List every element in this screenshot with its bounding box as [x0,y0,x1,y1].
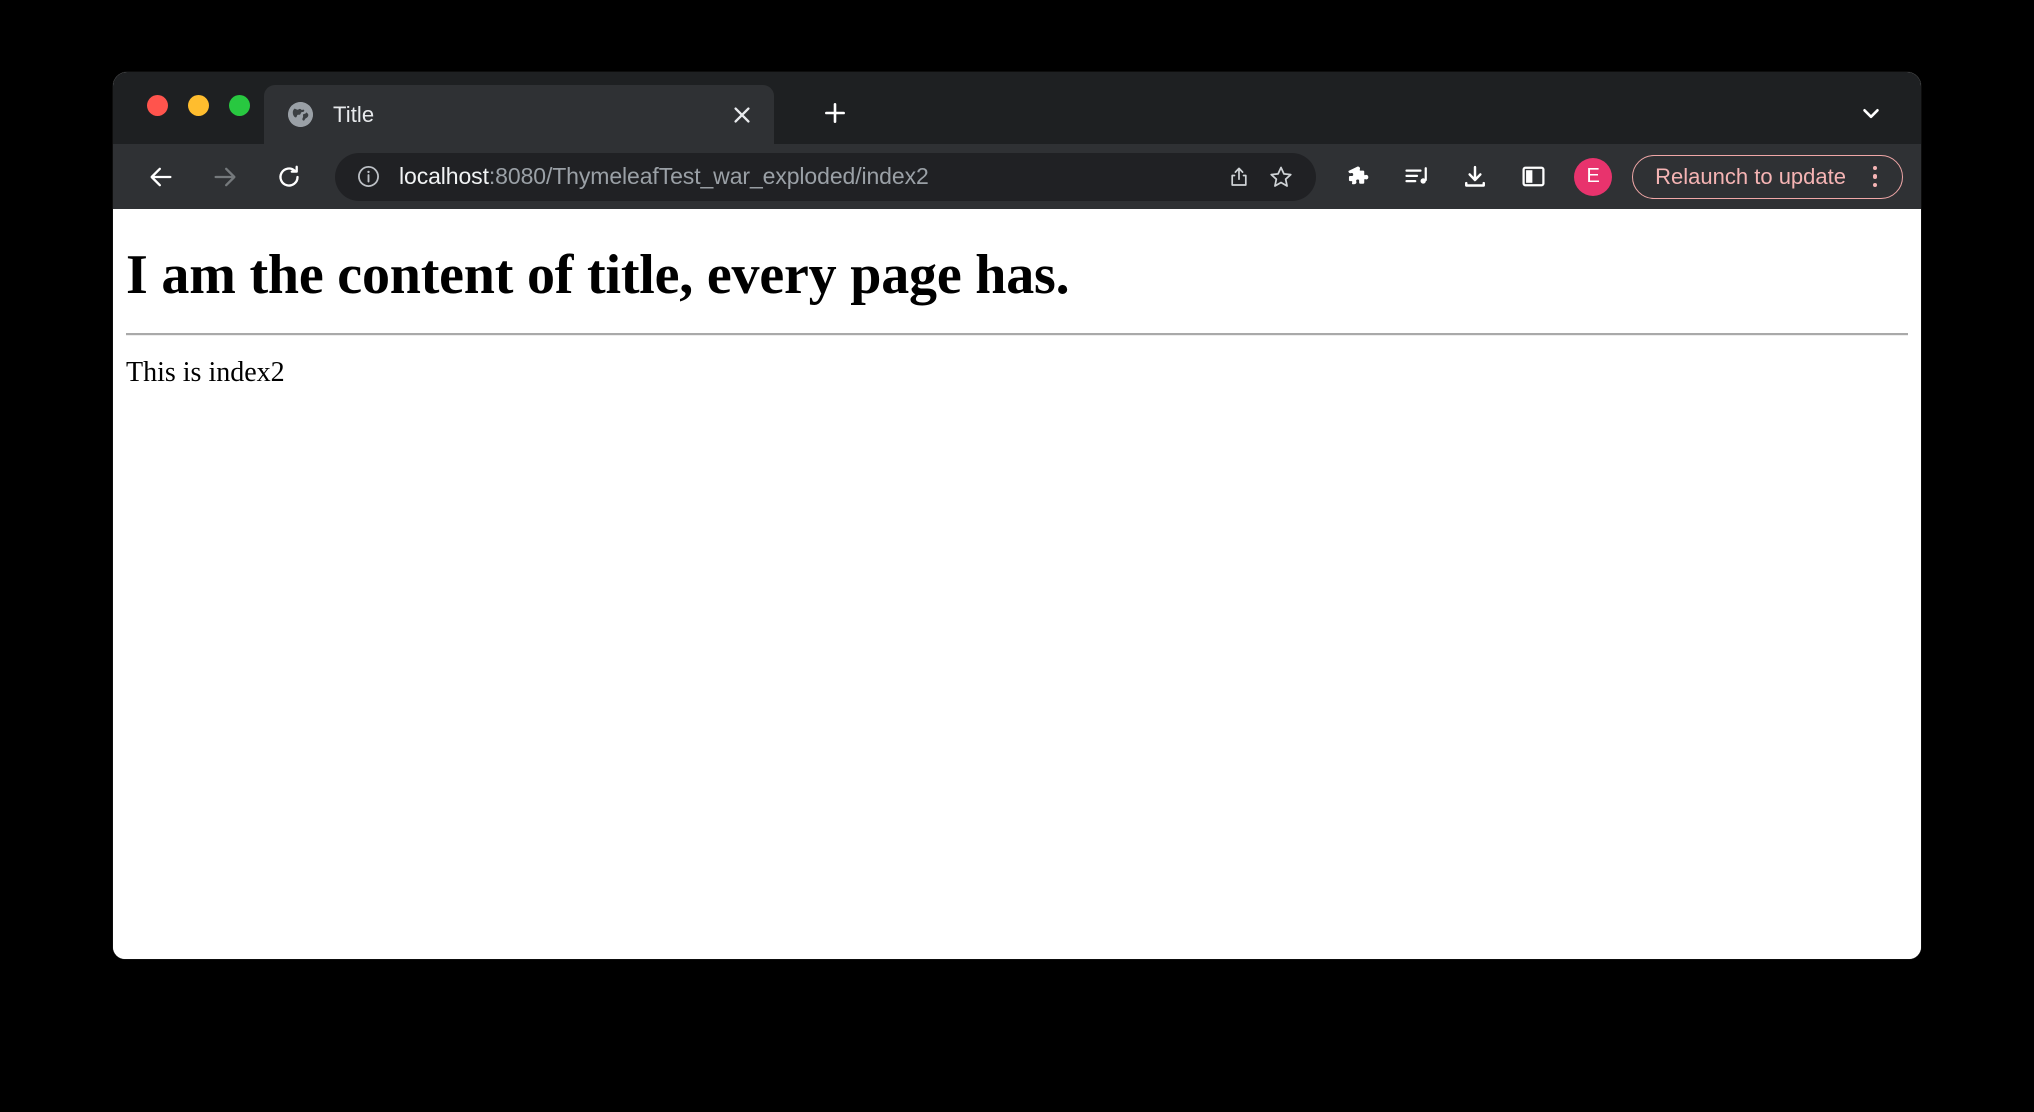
download-icon[interactable] [1452,154,1498,200]
arrow-right-icon[interactable] [201,153,249,201]
address-bar[interactable]: localhost:8080/ThymeleafTest_war_explode… [335,152,1317,201]
window-maximize-button[interactable] [229,95,250,116]
side-panel-icon[interactable] [1510,154,1556,200]
divider [126,332,1908,336]
info-circle-icon[interactable] [355,164,381,190]
arrow-left-icon[interactable] [137,153,185,201]
globe-icon [288,102,313,127]
tab-title: Title [333,101,375,127]
page-paragraph: This is index2 [126,356,285,388]
url-host: localhost [399,163,489,189]
relaunch-label: Relaunch to update [1655,163,1846,189]
browser-window: Title localhost:8080/ThymeleafTest_war_e… [113,72,1921,959]
new-tab-button[interactable] [813,91,857,135]
browser-toolbar: localhost:8080/ThymeleafTest_war_explode… [113,144,1921,209]
browser-tab-active[interactable]: Title [264,85,774,144]
close-icon[interactable] [722,95,762,135]
window-close-button[interactable] [147,95,168,116]
url-path: :8080/ThymeleafTest_war_exploded/index2 [488,163,929,189]
avatar[interactable]: E [1574,157,1613,196]
more-vertical-icon[interactable] [1858,160,1892,194]
puzzle-icon[interactable] [1336,154,1382,200]
share-icon[interactable] [1218,156,1260,198]
playlist-music-icon[interactable] [1394,154,1440,200]
reload-icon[interactable] [265,153,313,201]
relaunch-to-update-button[interactable]: Relaunch to update [1632,154,1903,199]
window-minimize-button[interactable] [188,95,209,116]
page-title: I am the content of title, every page ha… [126,244,1070,306]
chevron-down-icon[interactable] [1849,91,1893,135]
star-icon[interactable] [1260,156,1302,198]
tab-strip: Title [113,72,1921,144]
page-content: I am the content of title, every page ha… [113,244,1921,389]
url-text[interactable]: localhost:8080/ThymeleafTest_war_explode… [399,163,1218,190]
page-viewport: I am the content of title, every page ha… [113,209,1921,959]
traffic-lights [147,95,250,116]
